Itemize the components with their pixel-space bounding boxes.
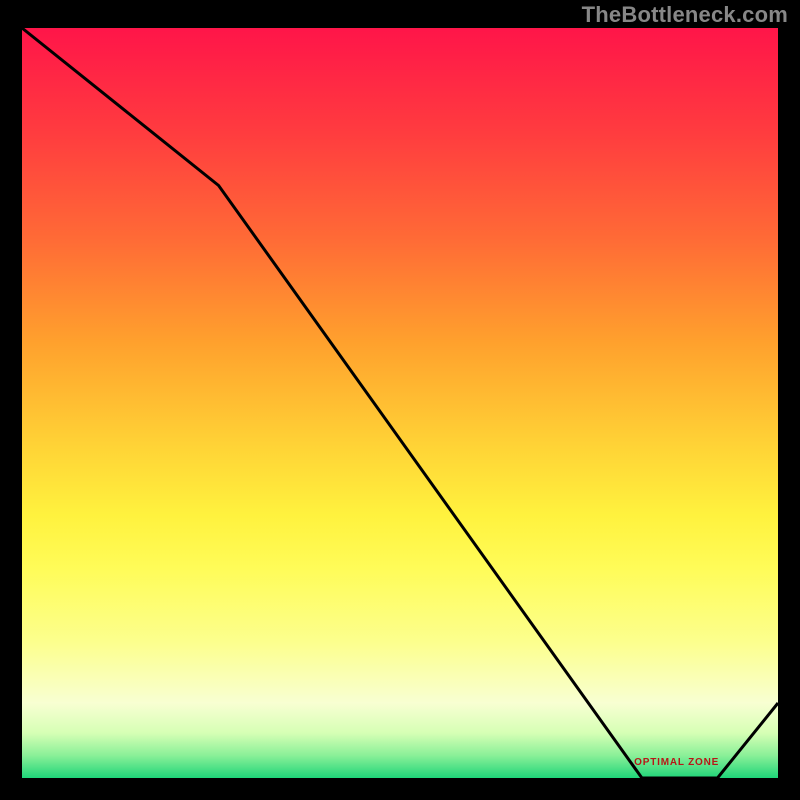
plot-area: OPTIMAL ZONE <box>22 28 778 778</box>
chart-svg <box>22 28 778 778</box>
chart-container: TheBottleneck.com OPTIMAL ZONE <box>0 0 800 800</box>
watermark-text: TheBottleneck.com <box>582 2 788 28</box>
bottleneck-line <box>22 28 778 778</box>
optimal-zone-label: OPTIMAL ZONE <box>634 757 719 768</box>
